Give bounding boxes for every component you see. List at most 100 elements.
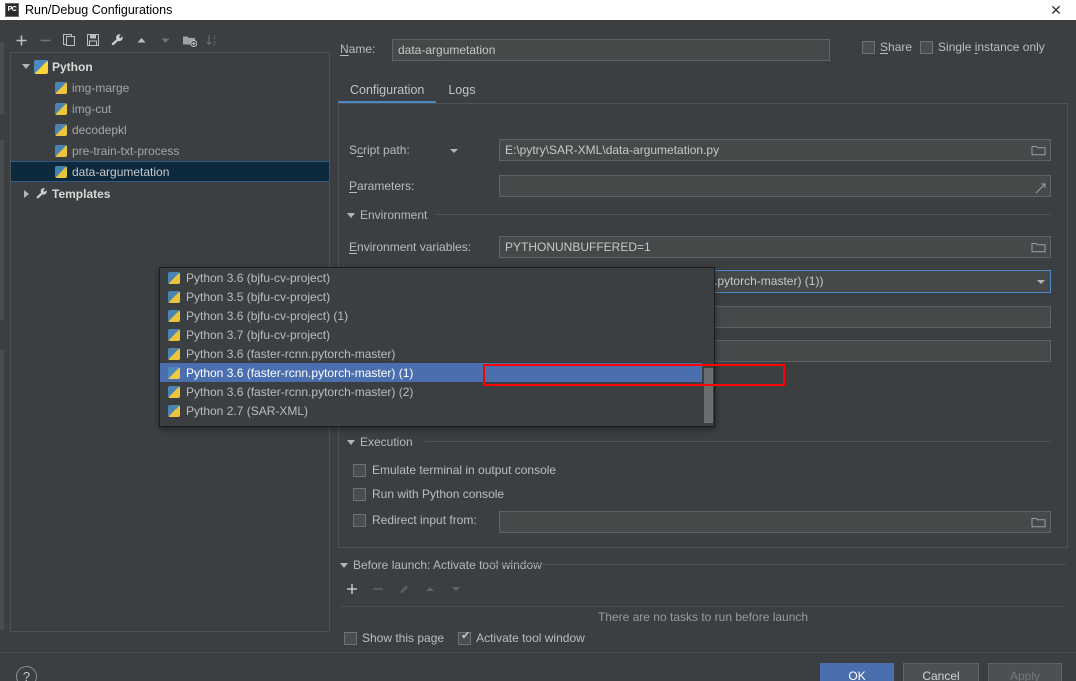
script-path-field[interactable]: E:\pytry\SAR-XML\data-argumetation.py	[499, 139, 1051, 161]
python-icon	[168, 385, 180, 398]
python-icon	[168, 366, 180, 379]
redirect-input-checkbox[interactable]	[353, 513, 366, 527]
interpreter-option[interactable]: Python 2.7 (SAR-XML)	[160, 401, 702, 420]
interpreter-option[interactable]: Python 3.6 (bjfu-cv-project) (1)	[160, 306, 702, 325]
python-interpreter-combo-arrow-icon[interactable]	[1037, 280, 1045, 284]
environment-variables-label: Environment variables:	[349, 240, 472, 254]
dropdown-scrollbar-thumb[interactable]	[704, 368, 713, 423]
before-launch-title[interactable]: Before launch: Activate tool window	[340, 558, 542, 572]
emulate-terminal-row[interactable]: Emulate terminal in output console	[353, 463, 556, 477]
tree-node-img-cut[interactable]: img-cut	[11, 98, 329, 119]
edge-bar-mid	[0, 140, 4, 320]
edge-bar-top	[0, 42, 4, 114]
run-with-console-checkbox[interactable]	[353, 487, 366, 501]
save-configuration-button[interactable]	[82, 29, 104, 51]
python-icon	[168, 404, 180, 417]
interpreter-option-label: Python 3.6 (faster-rcnn.pytorch-master)	[186, 346, 396, 361]
tree-node-label: data-argumetation	[72, 164, 170, 179]
environment-variables-field[interactable]: PYTHONUNBUFFERED=1	[499, 236, 1051, 258]
before-launch-toolbar	[344, 581, 464, 597]
cancel-button[interactable]: Cancel	[903, 663, 979, 681]
emulate-terminal-checkbox[interactable]	[353, 463, 366, 477]
interpreter-option[interactable]: Python 3.6 (bjfu-cv-project)	[160, 268, 702, 287]
folder-add-icon[interactable]	[178, 29, 200, 51]
script-path-combo-arrow-icon[interactable]	[450, 149, 458, 153]
arrow-up-icon[interactable]	[130, 29, 152, 51]
collapse-caret-icon[interactable]	[19, 189, 33, 198]
interpreter-option[interactable]: Python 3.5 (bjfu-cv-project)	[160, 287, 702, 306]
interpreter-option-label: Python 3.5 (bjfu-cv-project)	[186, 289, 331, 304]
expand-editor-icon[interactable]	[1035, 181, 1046, 196]
interpreter-option-selected[interactable]: Python 3.6 (faster-rcnn.pytorch-master) …	[160, 363, 702, 382]
tree-node-pre-train-txt-process[interactable]: pre-train-txt-process	[11, 140, 329, 161]
expand-caret-icon[interactable]	[19, 64, 33, 69]
execution-caret-icon[interactable]	[347, 439, 355, 445]
show-this-page-checkbox[interactable]	[344, 631, 357, 645]
environment-caret-icon[interactable]	[347, 212, 355, 218]
interpreter-option[interactable]: Python 3.7 (bjfu-cv-project)	[160, 325, 702, 344]
parameters-label: Parameters:	[349, 179, 415, 193]
help-icon[interactable]: ?	[16, 666, 37, 681]
copy-configuration-button[interactable]	[58, 29, 80, 51]
tree-node-decodepkl[interactable]: decodepkl	[11, 119, 329, 140]
environment-section-title[interactable]: Environment	[347, 208, 427, 222]
execution-section-title[interactable]: Execution	[347, 435, 413, 449]
share-checkbox-row[interactable]: Share	[862, 40, 912, 54]
single-instance-label: Single instance only	[938, 40, 1045, 54]
tree-node-img-marge[interactable]: img-marge	[11, 77, 329, 98]
tree-node-python[interactable]: Python	[11, 56, 329, 77]
share-checkbox[interactable]	[862, 40, 875, 54]
activate-tool-window-label: Activate tool window	[476, 631, 585, 645]
before-launch-options: Show this page Activate tool window	[344, 630, 585, 645]
environment-variables-browse-icon[interactable]	[1031, 240, 1047, 256]
arrow-down-icon[interactable]	[154, 29, 176, 51]
wrench-icon[interactable]	[106, 29, 128, 51]
tab-logs[interactable]: Logs	[436, 78, 487, 102]
single-instance-checkbox[interactable]	[920, 40, 934, 54]
tree-node-templates[interactable]: Templates	[11, 183, 329, 204]
python-file-icon	[53, 122, 69, 138]
tab-configuration[interactable]: Configuration	[338, 78, 437, 104]
apply-button[interactable]: Apply	[988, 663, 1062, 681]
move-task-down-icon[interactable]	[448, 581, 464, 597]
run-debug-configurations-dialog: PC Run/Debug Configurations ✕ 1 2 Python…	[0, 0, 1076, 681]
close-icon[interactable]: ✕	[1036, 0, 1076, 20]
add-configuration-button[interactable]	[10, 29, 32, 51]
run-with-console-row[interactable]: Run with Python console	[353, 487, 504, 501]
move-task-up-icon[interactable]	[422, 581, 438, 597]
python-file-icon	[53, 80, 69, 96]
sort-icon[interactable]: 12	[202, 29, 224, 51]
redirect-input-browse-icon[interactable]	[1031, 515, 1047, 531]
redirect-input-row[interactable]: Redirect input from:	[353, 513, 477, 527]
ok-button[interactable]: OK	[820, 663, 894, 681]
parameters-field[interactable]	[499, 175, 1051, 197]
python-interpreter-dropdown[interactable]: Python 3.6 (bjfu-cv-project) Python 3.5 …	[159, 267, 715, 427]
execution-section-label: Execution	[360, 435, 413, 449]
before-launch-caret-icon[interactable]	[340, 562, 348, 568]
script-path-browse-icon[interactable]	[1031, 143, 1047, 159]
add-task-button[interactable]	[344, 581, 360, 597]
wrench-icon	[33, 186, 49, 202]
activate-tool-window-checkbox[interactable]	[458, 630, 472, 645]
environment-separator	[435, 214, 1051, 215]
tree-node-label: Python	[52, 59, 93, 74]
tree-node-data-argumetation[interactable]: data-argumetation	[11, 161, 329, 182]
share-options: Share Single instance only	[862, 40, 1045, 54]
remove-configuration-button[interactable]	[34, 29, 56, 51]
python-file-icon	[53, 164, 69, 180]
python-icon	[33, 59, 49, 75]
redirect-input-field[interactable]	[499, 511, 1051, 533]
name-input[interactable]	[392, 39, 830, 61]
tree-node-label: decodepkl	[72, 122, 127, 137]
show-this-page-row[interactable]: Show this page	[344, 631, 444, 645]
emulate-terminal-label: Emulate terminal in output console	[372, 463, 557, 477]
interpreter-option[interactable]: Python 3.6 (faster-rcnn.pytorch-master)	[160, 344, 702, 363]
python-icon	[168, 347, 180, 360]
activate-tool-window-row[interactable]: Activate tool window	[458, 630, 585, 645]
single-instance-checkbox-row[interactable]: Single instance only	[920, 40, 1045, 54]
pencil-icon[interactable]	[396, 581, 412, 597]
interpreter-option-label: Python 3.6 (faster-rcnn.pytorch-master) …	[186, 384, 414, 399]
remove-task-button[interactable]	[370, 581, 386, 597]
dropdown-scrollbar[interactable]	[702, 268, 714, 426]
interpreter-option[interactable]: Python 3.6 (faster-rcnn.pytorch-master) …	[160, 382, 702, 401]
